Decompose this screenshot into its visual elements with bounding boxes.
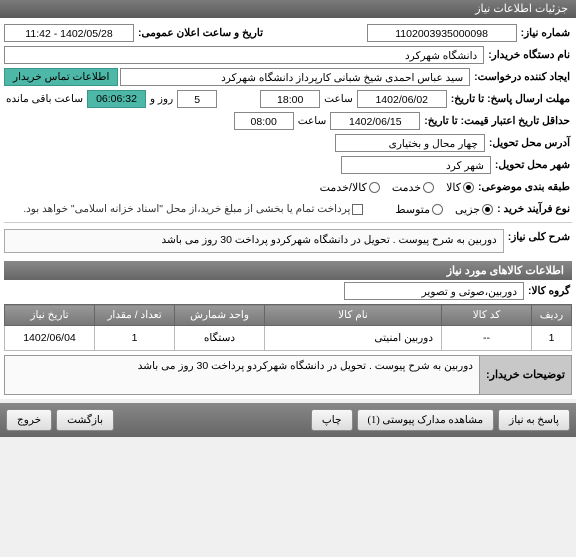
label-delivery-city: شهر محل تحویل: — [493, 159, 572, 171]
field-delivery-city: شهر کرد — [341, 156, 491, 174]
checkbox-partial-payment[interactable] — [352, 204, 363, 215]
label-need-number: شماره نیاز: — [519, 27, 572, 39]
radio-purchase-0[interactable]: جزیی — [455, 203, 493, 216]
radio-category-2[interactable]: کالا/خدمت — [320, 181, 380, 194]
footer-left-group: بازگشت خروج — [6, 409, 114, 431]
field-public-datetime: 1402/05/28 - 11:42 — [4, 24, 134, 42]
label-rooz: روز و — [148, 93, 175, 105]
field-time-remaining: 06:06:32 — [87, 90, 146, 108]
cell-row: 1 — [532, 326, 572, 351]
th-date: تاریخ نیاز — [5, 305, 95, 326]
footer-toolbar: پاسخ به نیاز مشاهده مدارک پیوستی (1) چاپ… — [0, 403, 576, 437]
window-title: جزئیات اطلاعات نیاز — [475, 3, 568, 15]
th-unit: واحد شمارش — [175, 305, 265, 326]
label-public-datetime: تاریخ و ساعت اعلان عمومی: — [136, 27, 265, 39]
exit-button[interactable]: خروج — [6, 409, 52, 431]
label-category: طبقه بندی موضوعی: — [476, 181, 572, 193]
label-purchase-type: نوع فرآیند خرید : — [495, 203, 572, 215]
field-days-remaining: 5 — [177, 90, 217, 108]
row-requester: ایجاد کننده درخواست: سید عباس احمدی شیخ … — [4, 66, 572, 88]
table-row[interactable]: 1 -- دوربین امنیتی دستگاه 1 1402/06/04 — [5, 326, 572, 351]
radio-label: جزیی — [455, 203, 480, 216]
th-name: نام کالا — [265, 305, 442, 326]
row-buyer: نام دستگاه خریدار: دانشگاه شهرکرد — [4, 44, 572, 66]
field-deadline-date: 1402/06/02 — [357, 90, 447, 108]
label-credit: حداقل تاریخ اعتبار قیمت: تا تاریخ: — [422, 115, 572, 127]
field-need-number: 1102003935000098 — [367, 24, 517, 42]
field-delivery-address: چهار محال و بختیاری — [335, 134, 485, 152]
radio-label: متوسط — [395, 203, 430, 216]
radio-dot-icon — [463, 182, 474, 193]
radio-dot-icon — [482, 204, 493, 215]
label-saat-1: ساعت — [322, 93, 355, 105]
cell-unit: دستگاه — [175, 326, 265, 351]
row-credit: حداقل تاریخ اعتبار قیمت: تا تاریخ: 1402/… — [4, 110, 572, 132]
attachments-button[interactable]: مشاهده مدارک پیوستی (1) — [357, 409, 495, 431]
radio-group-category: کالا خدمت کالا/خدمت — [312, 181, 474, 194]
label-buyer-notes: توضیحات خریدار: — [479, 355, 572, 395]
row-deadline: مهلت ارسال پاسخ: تا تاریخ: 1402/06/02 سا… — [4, 88, 572, 110]
radio-label: کالا/خدمت — [320, 181, 367, 194]
row-need-desc: شرح کلی نیاز: دوربین به شرح پیوست . تحوی… — [4, 225, 572, 257]
field-buyer: دانشگاه شهرکرد — [4, 46, 484, 64]
row-delivery-city: شهر محل تحویل: شهر کرد — [4, 154, 572, 176]
label-deadline: مهلت ارسال پاسخ: تا تاریخ: — [449, 93, 572, 105]
radio-purchase-1[interactable]: متوسط — [395, 203, 443, 216]
field-requester: سید عباس احمدی شیخ شبانی کارپرداز دانشگا… — [120, 68, 470, 86]
label-partial-payment: پرداخت تمام یا بخشی از مبلغ خرید،از محل … — [23, 203, 350, 215]
th-row: ردیف — [532, 305, 572, 326]
section-goods-info: اطلاعات کالاهای مورد نیاز — [4, 261, 572, 280]
label-delivery-address: آدرس محل تحویل: — [487, 137, 572, 149]
radio-dot-icon — [432, 204, 443, 215]
cell-date: 1402/06/04 — [5, 326, 95, 351]
radio-label: کالا — [446, 181, 461, 194]
field-need-desc: دوربین به شرح پیوست . تحویل در دانشگاه ش… — [4, 229, 504, 253]
window-titlebar: جزئیات اطلاعات نیاز — [0, 0, 576, 18]
cell-code: -- — [442, 326, 532, 351]
field-deadline-time: 18:00 — [260, 90, 320, 108]
radio-group-purchase: جزیی متوسط — [387, 203, 493, 216]
field-credit-time: 08:00 — [234, 112, 294, 130]
field-goods-group: دوربین،صوتی و تصویر — [344, 282, 524, 300]
footer-right-group: پاسخ به نیاز مشاهده مدارک پیوستی (1) چاپ — [311, 409, 570, 431]
row-goods-group: گروه کالا: دوربین،صوتی و تصویر — [4, 280, 572, 302]
buyer-notes-section: توضیحات خریدار: دوربین به شرح پیوست . تح… — [4, 355, 572, 395]
radio-dot-icon — [423, 182, 434, 193]
radio-category-1[interactable]: خدمت — [392, 181, 434, 194]
row-category: طبقه بندی موضوعی: کالا خدمت کالا/خدمت — [4, 176, 572, 198]
th-code: کد کالا — [442, 305, 532, 326]
radio-dot-icon — [369, 182, 380, 193]
label-remaining: ساعت باقی مانده — [4, 93, 85, 105]
divider — [4, 222, 572, 223]
label-saat-2: ساعت — [296, 115, 329, 127]
label-need-desc: شرح کلی نیاز: — [506, 227, 572, 243]
label-goods-group: گروه کالا: — [526, 285, 572, 297]
respond-button[interactable]: پاسخ به نیاز — [498, 409, 570, 431]
cell-name: دوربین امنیتی — [265, 326, 442, 351]
table-header-row: ردیف کد کالا نام کالا واحد شمارش تعداد /… — [5, 305, 572, 326]
row-need-number: شماره نیاز: 1102003935000098 تاریخ و ساع… — [4, 22, 572, 44]
row-purchase-type: نوع فرآیند خرید : جزیی متوسط پرداخت تمام… — [4, 198, 572, 220]
label-requester: ایجاد کننده درخواست: — [472, 71, 572, 83]
main-content: شماره نیاز: 1102003935000098 تاریخ و ساع… — [0, 18, 576, 399]
radio-label: خدمت — [392, 181, 421, 194]
th-qty: تعداد / مقدار — [95, 305, 175, 326]
row-delivery-address: آدرس محل تحویل: چهار محال و بختیاری — [4, 132, 572, 154]
field-buyer-notes: دوربین به شرح پیوست . تحویل در دانشگاه ش… — [4, 355, 479, 395]
label-buyer: نام دستگاه خریدار: — [486, 49, 572, 61]
back-button[interactable]: بازگشت — [56, 409, 114, 431]
print-button[interactable]: چاپ — [311, 409, 353, 431]
cell-qty: 1 — [95, 326, 175, 351]
contact-info-button[interactable]: اطلاعات تماس خریدار — [4, 68, 118, 86]
field-credit-date: 1402/06/15 — [330, 112, 420, 130]
goods-table: ردیف کد کالا نام کالا واحد شمارش تعداد /… — [4, 304, 572, 351]
radio-category-0[interactable]: کالا — [446, 181, 474, 194]
